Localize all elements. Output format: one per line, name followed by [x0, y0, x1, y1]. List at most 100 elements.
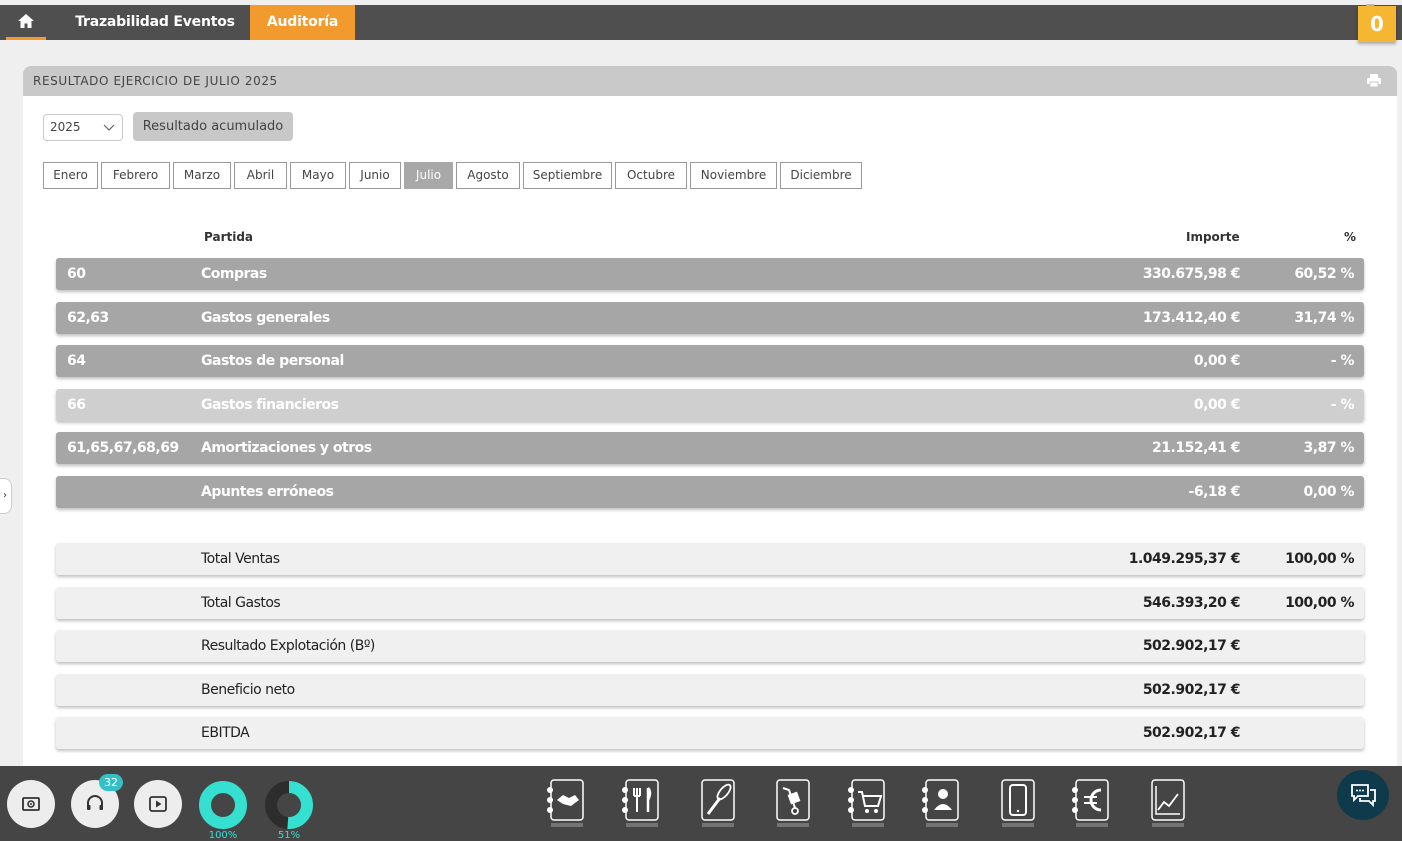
row-name: Amortizaciones y otros — [201, 440, 372, 456]
row-percent: - % — [1330, 353, 1355, 369]
row-name: Gastos generales — [201, 310, 330, 326]
column-header-importe: Importe — [1186, 230, 1240, 244]
table-row[interactable]: Apuntes erróneos -6,18 € 0,00 % — [56, 476, 1364, 508]
euro-icon[interactable] — [1070, 778, 1110, 828]
row-percent: 60,52 % — [1294, 266, 1354, 282]
month-button[interactable]: Enero — [43, 162, 98, 189]
headset-icon — [87, 795, 103, 810]
month-button[interactable]: Octubre — [615, 162, 687, 189]
tab-trazabilidad-eventos[interactable]: Trazabilidad Eventos — [60, 5, 250, 40]
mobile-icon[interactable] — [998, 778, 1038, 828]
contacts-icon[interactable] — [920, 778, 960, 828]
total-row: Total Ventas 1.049.295,37 € 100,00 % — [56, 543, 1364, 575]
total-amount: 502.902,17 € — [1142, 725, 1241, 741]
shopping-cart-icon[interactable] — [846, 778, 886, 828]
total-amount: 502.902,17 € — [1142, 638, 1241, 654]
month-button-active[interactable]: Julio — [404, 162, 453, 189]
table-row[interactable]: 60 Compras 330.675,98 € 60,52 % — [56, 258, 1364, 290]
tab-auditoria[interactable]: Auditoría — [250, 5, 355, 40]
row-percent: 3,87 % — [1303, 440, 1355, 456]
row-amount: 173.412,40 € — [1142, 310, 1241, 326]
chart-icon[interactable] — [1150, 778, 1190, 828]
row-amount: 0,00 € — [1193, 397, 1241, 413]
sidebar-toggle-button[interactable]: › — [0, 478, 12, 514]
gauge-100: 100% — [198, 780, 248, 841]
total-row: Total Gastos 546.393,20 € 100,00 % — [56, 587, 1364, 619]
chat-button[interactable] — [1337, 770, 1389, 820]
row-code: 66 — [67, 397, 86, 413]
play-video-icon — [149, 796, 167, 812]
table-row[interactable]: 62,63 Gastos generales 173.412,40 € 31,7… — [56, 302, 1364, 334]
gauge-51: 51% — [264, 780, 314, 841]
gauge-ring — [199, 781, 247, 829]
month-button[interactable]: Noviembre — [690, 162, 777, 189]
month-button[interactable]: Agosto — [456, 162, 520, 189]
month-button[interactable]: Febrero — [101, 162, 170, 189]
total-amount: 1.049.295,37 € — [1128, 551, 1241, 567]
month-button[interactable]: Abril — [234, 162, 287, 189]
month-button[interactable]: Septiembre — [523, 162, 612, 189]
chevron-down-icon — [103, 124, 115, 131]
month-button[interactable]: Marzo — [173, 162, 231, 189]
total-name: EBITDA — [201, 725, 250, 741]
month-button[interactable]: Mayo — [290, 162, 346, 189]
month-button[interactable]: Diciembre — [780, 162, 862, 189]
support-badge: 32 — [99, 774, 123, 791]
settings-icon — [22, 797, 40, 811]
row-amount: 21.152,41 € — [1152, 440, 1240, 456]
row-amount: 0,00 € — [1193, 353, 1241, 369]
notification-counter[interactable]: 0 — [1358, 6, 1396, 42]
restaurant-icon[interactable] — [620, 778, 660, 828]
video-button[interactable] — [134, 780, 182, 828]
row-code: 60 — [67, 266, 86, 282]
whisk-icon[interactable] — [698, 778, 738, 828]
total-amount: 546.393,20 € — [1142, 595, 1241, 611]
print-icon[interactable] — [1367, 74, 1381, 87]
row-name: Gastos financieros — [201, 397, 339, 413]
total-percent: 100,00 % — [1285, 551, 1354, 567]
chevron-right-icon: › — [3, 490, 7, 501]
total-name: Total Ventas — [201, 551, 280, 567]
page-title: RESULTADO EJERCICIO DE JULIO 2025 — [33, 74, 278, 88]
total-amount: 502.902,17 € — [1142, 682, 1241, 698]
row-amount: 330.675,98 € — [1142, 266, 1241, 282]
row-percent: - % — [1330, 397, 1355, 413]
year-select[interactable]: 2025 — [43, 114, 123, 141]
table-row[interactable]: 64 Gastos de personal 0,00 € - % — [56, 345, 1364, 377]
column-header-percent: % — [1344, 230, 1357, 244]
hand-truck-icon[interactable] — [773, 778, 813, 828]
table-row[interactable]: 61,65,67,68,69 Amortizaciones y otros 21… — [56, 432, 1364, 464]
gauge-label: 100% — [208, 830, 238, 841]
result-panel: RESULTADO EJERCICIO DE JULIO 2025 2025 R… — [23, 66, 1397, 766]
chat-icon — [1351, 784, 1376, 808]
top-nav-bar: Trazabilidad Eventos Auditoría — [0, 5, 1402, 40]
row-name: Gastos de personal — [201, 353, 344, 369]
total-name: Total Gastos — [201, 595, 281, 611]
gauge-ring — [265, 781, 313, 829]
handshake-icon[interactable] — [545, 778, 585, 828]
home-icon — [18, 14, 34, 28]
gauge-label: 51% — [277, 830, 301, 841]
row-amount: -6,18 € — [1188, 484, 1241, 500]
total-row: Resultado Explotación (Bº) 502.902,17 € — [56, 630, 1364, 662]
total-row: Beneficio neto 502.902,17 € — [56, 674, 1364, 706]
row-percent: 31,74 % — [1294, 310, 1354, 326]
table-row[interactable]: 66 Gastos financieros 0,00 € - % — [56, 389, 1364, 421]
row-code: 62,63 — [67, 310, 109, 326]
total-name: Beneficio neto — [201, 682, 295, 698]
month-selector: Enero Febrero Marzo Abril Mayo Junio Jul… — [43, 162, 865, 189]
total-name: Resultado Explotación (Bº) — [201, 638, 375, 654]
accumulated-result-button[interactable]: Resultado acumulado — [133, 112, 293, 141]
row-percent: 0,00 % — [1303, 484, 1355, 500]
total-row: EBITDA 502.902,17 € — [56, 717, 1364, 749]
home-button[interactable] — [6, 5, 46, 40]
row-name: Compras — [201, 266, 267, 282]
bottom-toolbar: 32 100% 51% — [0, 766, 1402, 841]
row-code: 64 — [67, 353, 86, 369]
settings-button[interactable] — [7, 780, 55, 828]
column-header-partida: Partida — [204, 230, 254, 244]
month-button[interactable]: Junio — [349, 162, 401, 189]
year-select-value: 2025 — [50, 120, 81, 134]
panel-header: RESULTADO EJERCICIO DE JULIO 2025 — [23, 66, 1397, 96]
row-code: 61,65,67,68,69 — [67, 440, 179, 456]
